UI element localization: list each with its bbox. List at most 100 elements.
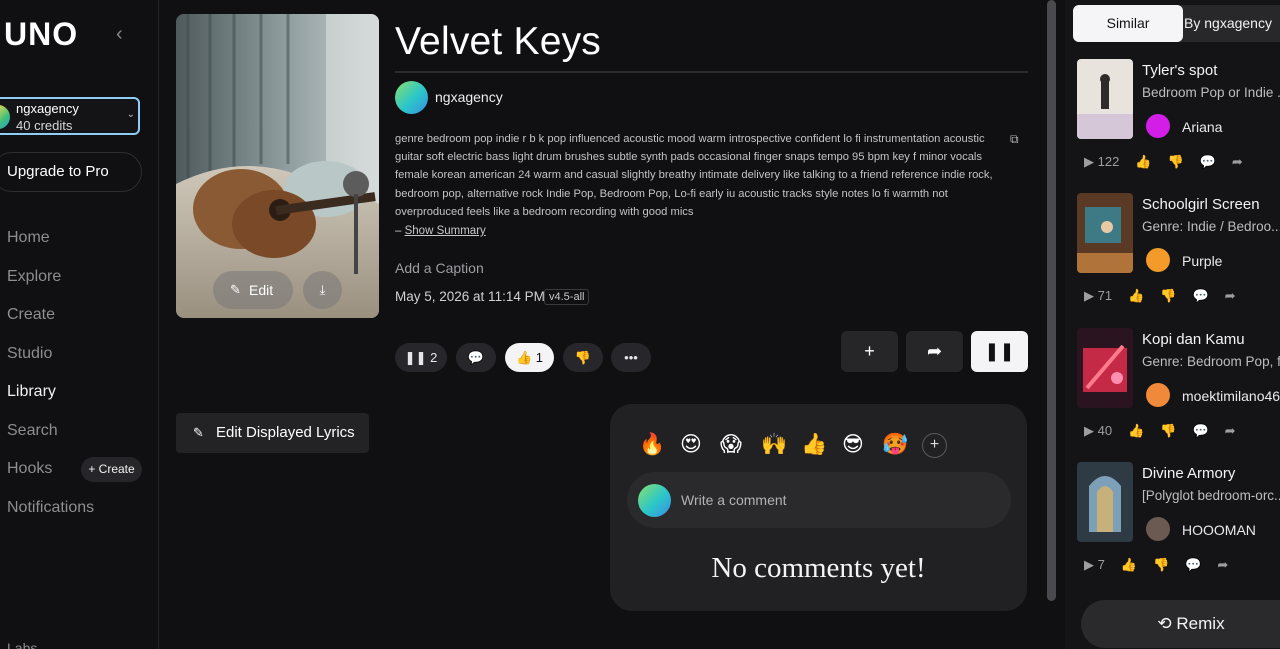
upgrade-button[interactable]: Upgrade to Pro bbox=[0, 152, 142, 192]
emoji-thumbs-up[interactable]: 👍 bbox=[801, 432, 827, 458]
play-icon[interactable]: ▶ 71 bbox=[1084, 288, 1112, 304]
thumbs-up-icon[interactable]: 👍 bbox=[1135, 154, 1151, 170]
song-title[interactable]: Schoolgirl Screen bbox=[1142, 196, 1260, 213]
play-icon[interactable]: ▶ 122 bbox=[1084, 154, 1119, 170]
song-user[interactable]: Ariana bbox=[1182, 119, 1222, 135]
main-scrollbar[interactable] bbox=[1047, 0, 1056, 601]
nav-labs[interactable]: Labs bbox=[7, 640, 37, 649]
song-user-avatar[interactable] bbox=[1146, 517, 1170, 541]
thumbs-down-icon[interactable]: 👎 bbox=[1160, 423, 1176, 439]
song-actions: ▶ 71 👍 👎 💬 ➦ bbox=[1084, 288, 1252, 304]
song-user[interactable]: Purple bbox=[1182, 253, 1222, 269]
download-button[interactable]: ⤓ bbox=[303, 271, 342, 309]
remix-button[interactable]: ⟲ Remix bbox=[1081, 600, 1280, 648]
play-count: 7 bbox=[1097, 557, 1105, 572]
comment-icon[interactable]: 💬 bbox=[1192, 423, 1208, 439]
song-thumbnail bbox=[1077, 328, 1133, 408]
artist-name[interactable]: ngxagency bbox=[435, 89, 503, 105]
pencil-icon: ✎ bbox=[193, 425, 204, 440]
thumbs-up-icon[interactable]: 👍 bbox=[1128, 423, 1144, 439]
share-icon[interactable]: ➦ bbox=[1225, 288, 1236, 304]
copy-icon[interactable]: ⧉ bbox=[1010, 132, 1024, 146]
more-button[interactable]: ••• bbox=[611, 343, 651, 372]
song-user-avatar[interactable] bbox=[1146, 248, 1170, 272]
emoji-heart-eyes[interactable]: 😍 bbox=[680, 432, 702, 458]
thumbs-down-icon[interactable]: 👎 bbox=[1160, 288, 1176, 304]
dislike-button[interactable]: 👎 bbox=[563, 343, 603, 372]
logo[interactable]: UNO bbox=[4, 16, 78, 53]
comment-button[interactable]: 💬 bbox=[456, 343, 496, 372]
song-thumbnail bbox=[1077, 59, 1133, 139]
comment-icon[interactable]: 💬 bbox=[1192, 288, 1208, 304]
thumbs-down-icon[interactable]: 👎 bbox=[1153, 557, 1169, 573]
emoji-hot-face[interactable]: 🥵 bbox=[882, 432, 908, 458]
nav-explore[interactable]: Explore bbox=[7, 268, 61, 286]
edit-lyrics-label: Edit Displayed Lyrics bbox=[216, 424, 355, 441]
song-thumbnail-image bbox=[1077, 328, 1133, 408]
song-title[interactable]: Kopi dan Kamu bbox=[1142, 331, 1245, 348]
nav-home[interactable]: Home bbox=[7, 229, 50, 247]
title-divider bbox=[395, 71, 1028, 73]
add-to-playlist-button[interactable]: + bbox=[841, 331, 898, 372]
version-badge: v4.5-all bbox=[544, 289, 590, 305]
song-title[interactable]: Tyler's spot bbox=[1142, 62, 1217, 79]
nav-create[interactable]: Create bbox=[7, 306, 55, 324]
song-genre: Genre: Indie / Bedroo... bbox=[1142, 219, 1280, 234]
nav-search[interactable]: Search bbox=[7, 422, 58, 440]
similar-song-item[interactable]: Schoolgirl Screen Genre: Indie / Bedroo.… bbox=[1065, 193, 1280, 328]
thumbs-down-icon[interactable]: 👎 bbox=[1168, 154, 1184, 170]
artist-avatar[interactable] bbox=[395, 81, 428, 114]
emoji-scream[interactable]: 😱 bbox=[720, 432, 742, 458]
account-switcher[interactable]: ngxagency 40 credits ⌄ bbox=[0, 97, 140, 135]
comment-icon[interactable]: 💬 bbox=[1185, 557, 1201, 573]
comment-icon[interactable]: 💬 bbox=[1200, 154, 1216, 170]
emoji-sunglasses[interactable]: 😎 bbox=[842, 432, 864, 458]
edit-lyrics-button[interactable]: ✎ Edit Displayed Lyrics bbox=[176, 413, 369, 453]
pause-button[interactable]: ❚❚ bbox=[971, 331, 1028, 372]
cover-edit-button[interactable]: ✎ Edit bbox=[213, 271, 293, 309]
play-icon[interactable]: ▶ 7 bbox=[1084, 557, 1105, 573]
no-comments-message: No comments yet! bbox=[711, 552, 926, 584]
thumbs-up-icon[interactable]: 👍 bbox=[1128, 288, 1144, 304]
song-user[interactable]: HOOOMAN bbox=[1182, 522, 1256, 538]
comment-icon: 💬 bbox=[467, 350, 485, 365]
add-emoji-button[interactable]: + bbox=[922, 433, 947, 458]
song-user[interactable]: moektimilano46 bbox=[1182, 388, 1280, 404]
share-icon[interactable]: ➦ bbox=[1217, 557, 1228, 573]
play-count-button[interactable]: ❚❚ 2 bbox=[395, 343, 447, 372]
app-root: UNO ‹ ngxagency 40 credits ⌄ Upgrade to … bbox=[0, 0, 1280, 649]
nav-notifications[interactable]: Notifications bbox=[7, 499, 94, 517]
show-summary-link[interactable]: Show Summary bbox=[405, 225, 486, 237]
plus-icon: + bbox=[864, 341, 875, 361]
share-icon[interactable]: ➦ bbox=[1232, 154, 1243, 170]
song-genre: [Polyglot bedroom-orc... bbox=[1142, 488, 1280, 503]
right-panel-tabs: By ngxagency Similar bbox=[1065, 0, 1280, 48]
nav-library[interactable]: Library bbox=[7, 383, 56, 401]
cover-art: ✎ Edit ⤓ bbox=[176, 14, 379, 318]
like-button[interactable]: 👍 1 bbox=[505, 343, 554, 372]
song-actions: ▶ 122 👍 👎 💬 ➦ bbox=[1084, 154, 1259, 170]
tab-similar[interactable]: Similar bbox=[1073, 5, 1183, 42]
share-icon[interactable]: ➦ bbox=[1225, 423, 1236, 439]
thumbs-up-icon[interactable]: 👍 bbox=[1121, 557, 1137, 573]
song-user-avatar[interactable] bbox=[1146, 114, 1170, 138]
song-user-avatar[interactable] bbox=[1146, 383, 1170, 407]
summary-toggle: – Show Summary bbox=[395, 225, 486, 237]
similar-song-item[interactable]: Divine Armory [Polyglot bedroom-orc... H… bbox=[1065, 462, 1280, 597]
play-icon[interactable]: ▶ 40 bbox=[1084, 423, 1112, 439]
emoji-fire[interactable]: 🔥 bbox=[639, 432, 665, 458]
similar-song-item[interactable]: Kopi dan Kamu Genre: Bedroom Pop, f moek… bbox=[1065, 328, 1280, 463]
remix-label: Remix bbox=[1176, 614, 1225, 633]
right-panel: By ngxagency Similar Tyler's spot Bedroo… bbox=[1065, 0, 1280, 649]
song-title[interactable]: Divine Armory bbox=[1142, 465, 1235, 482]
nav-studio[interactable]: Studio bbox=[7, 345, 52, 363]
add-caption[interactable]: Add a Caption bbox=[395, 260, 484, 276]
hooks-create-button[interactable]: + Create bbox=[81, 457, 142, 482]
comment-input[interactable]: Write a comment bbox=[627, 472, 1011, 528]
share-button[interactable]: ➦ bbox=[906, 331, 963, 372]
pause-icon: ❚❚ bbox=[984, 341, 1015, 361]
emoji-raised-hands[interactable]: 🙌 bbox=[761, 432, 787, 458]
nav-hooks[interactable]: Hooks bbox=[7, 460, 52, 478]
collapse-sidebar-icon[interactable]: ‹ bbox=[116, 22, 134, 46]
similar-song-item[interactable]: Tyler's spot Bedroom Pop or Indie ... Ar… bbox=[1065, 59, 1280, 194]
